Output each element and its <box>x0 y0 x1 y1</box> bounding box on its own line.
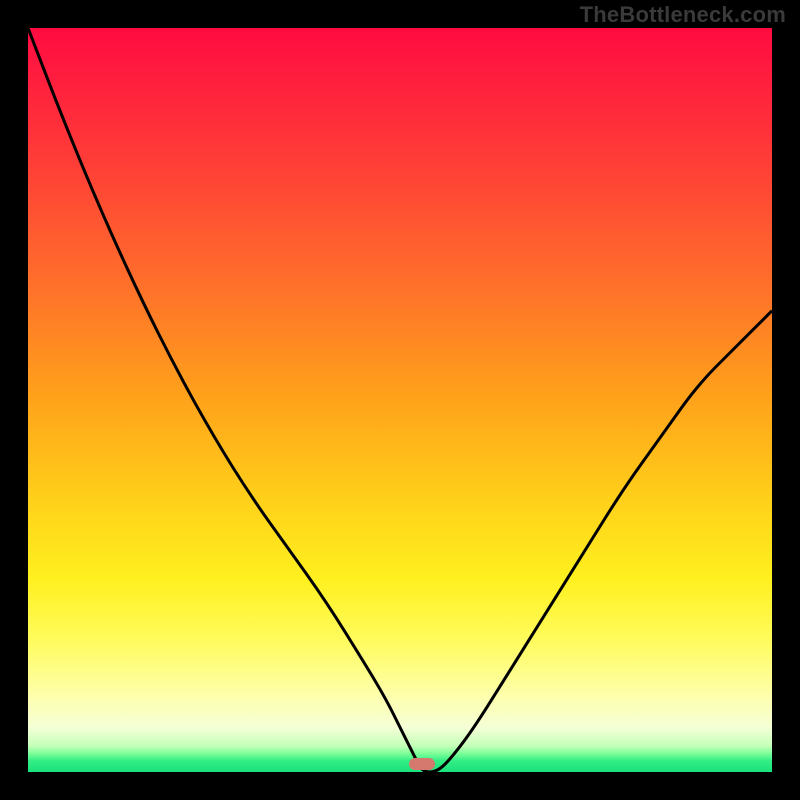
bottleneck-curve <box>28 28 772 772</box>
curve-path <box>28 28 772 772</box>
watermark-text: TheBottleneck.com <box>580 2 786 28</box>
plot-area <box>28 28 772 772</box>
optimum-marker <box>409 758 435 770</box>
chart-frame: TheBottleneck.com <box>0 0 800 800</box>
